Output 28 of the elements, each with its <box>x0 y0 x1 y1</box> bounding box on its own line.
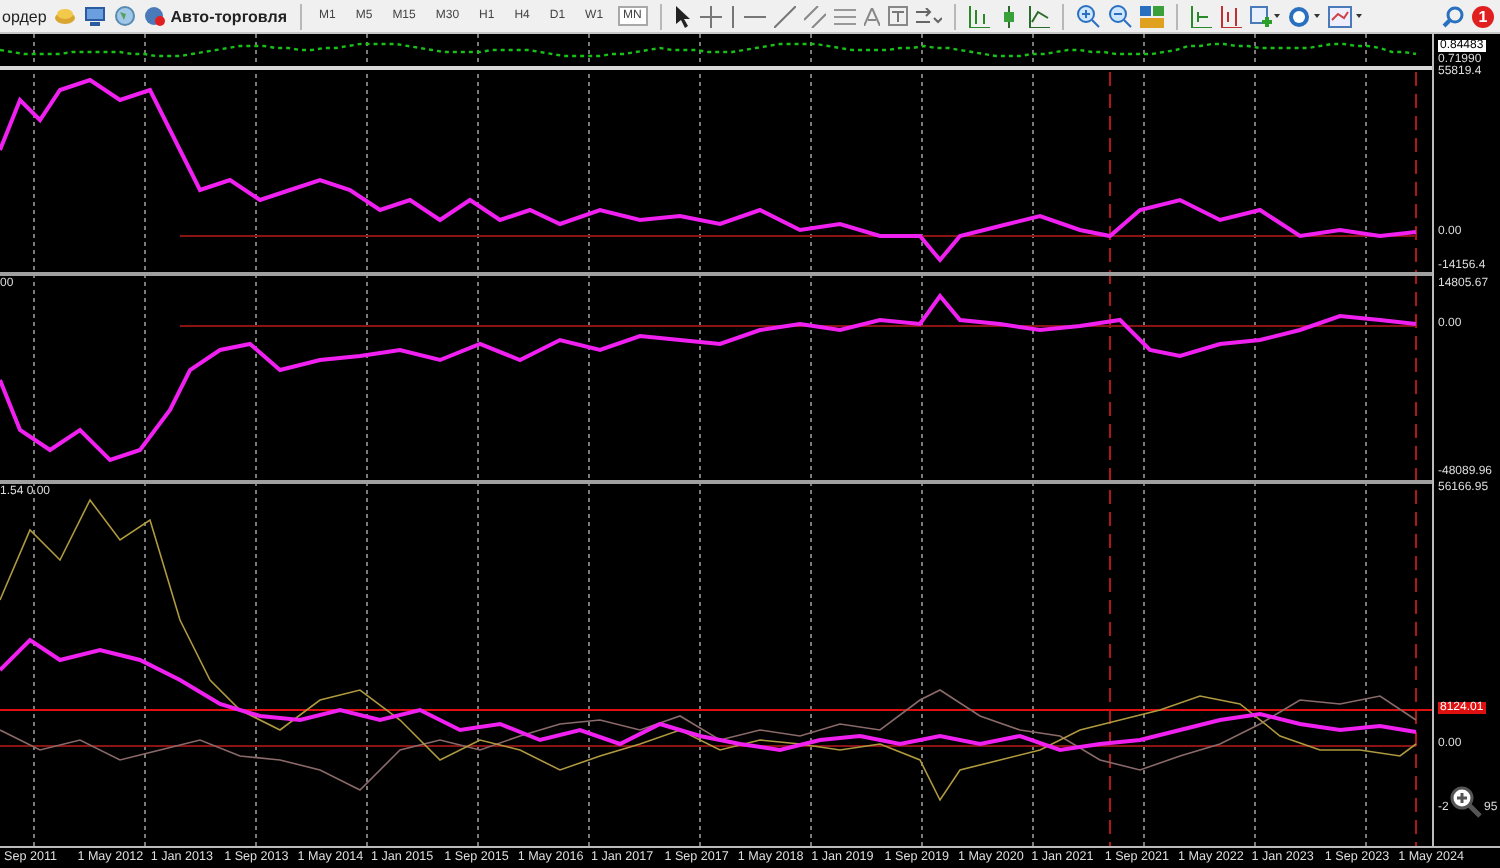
bar-chart-icon[interactable] <box>967 5 990 27</box>
zoom-out-icon[interactable] <box>1107 4 1132 28</box>
template-icon[interactable] <box>1327 5 1362 27</box>
tile-windows-icon[interactable] <box>1139 5 1164 27</box>
order-label[interactable]: ордер <box>2 7 47 25</box>
line-chart-icon[interactable] <box>1027 5 1050 27</box>
zoom-in-icon[interactable] <box>1075 4 1100 28</box>
monitor-icon[interactable] <box>84 6 107 26</box>
clock-icon[interactable] <box>1287 5 1320 27</box>
text-tool-icon[interactable] <box>863 7 880 25</box>
autoscroll-icon[interactable] <box>1189 5 1212 27</box>
search-icon[interactable] <box>1442 5 1464 27</box>
arrows-icon[interactable] <box>915 7 942 25</box>
add-indicator-icon[interactable] <box>1249 5 1280 27</box>
globe-icon[interactable] <box>114 6 137 26</box>
trendline-icon[interactable] <box>773 5 796 27</box>
magnifier-icon[interactable] <box>1450 786 1482 818</box>
horizontal-line-icon[interactable] <box>743 13 766 19</box>
text-label-icon[interactable] <box>887 6 908 26</box>
cursor-icon[interactable] <box>673 5 692 27</box>
channel-icon[interactable] <box>803 5 826 27</box>
crosshair-icon[interactable] <box>699 5 722 27</box>
notification-badge[interactable]: 1 <box>1472 5 1494 27</box>
autotrading-button[interactable]: Авто-торговля <box>144 6 287 26</box>
chart-shift-icon[interactable] <box>1219 5 1242 27</box>
robot-icon <box>144 6 167 26</box>
lines-icon[interactable] <box>833 7 856 25</box>
vertical-line-icon[interactable] <box>729 5 736 27</box>
